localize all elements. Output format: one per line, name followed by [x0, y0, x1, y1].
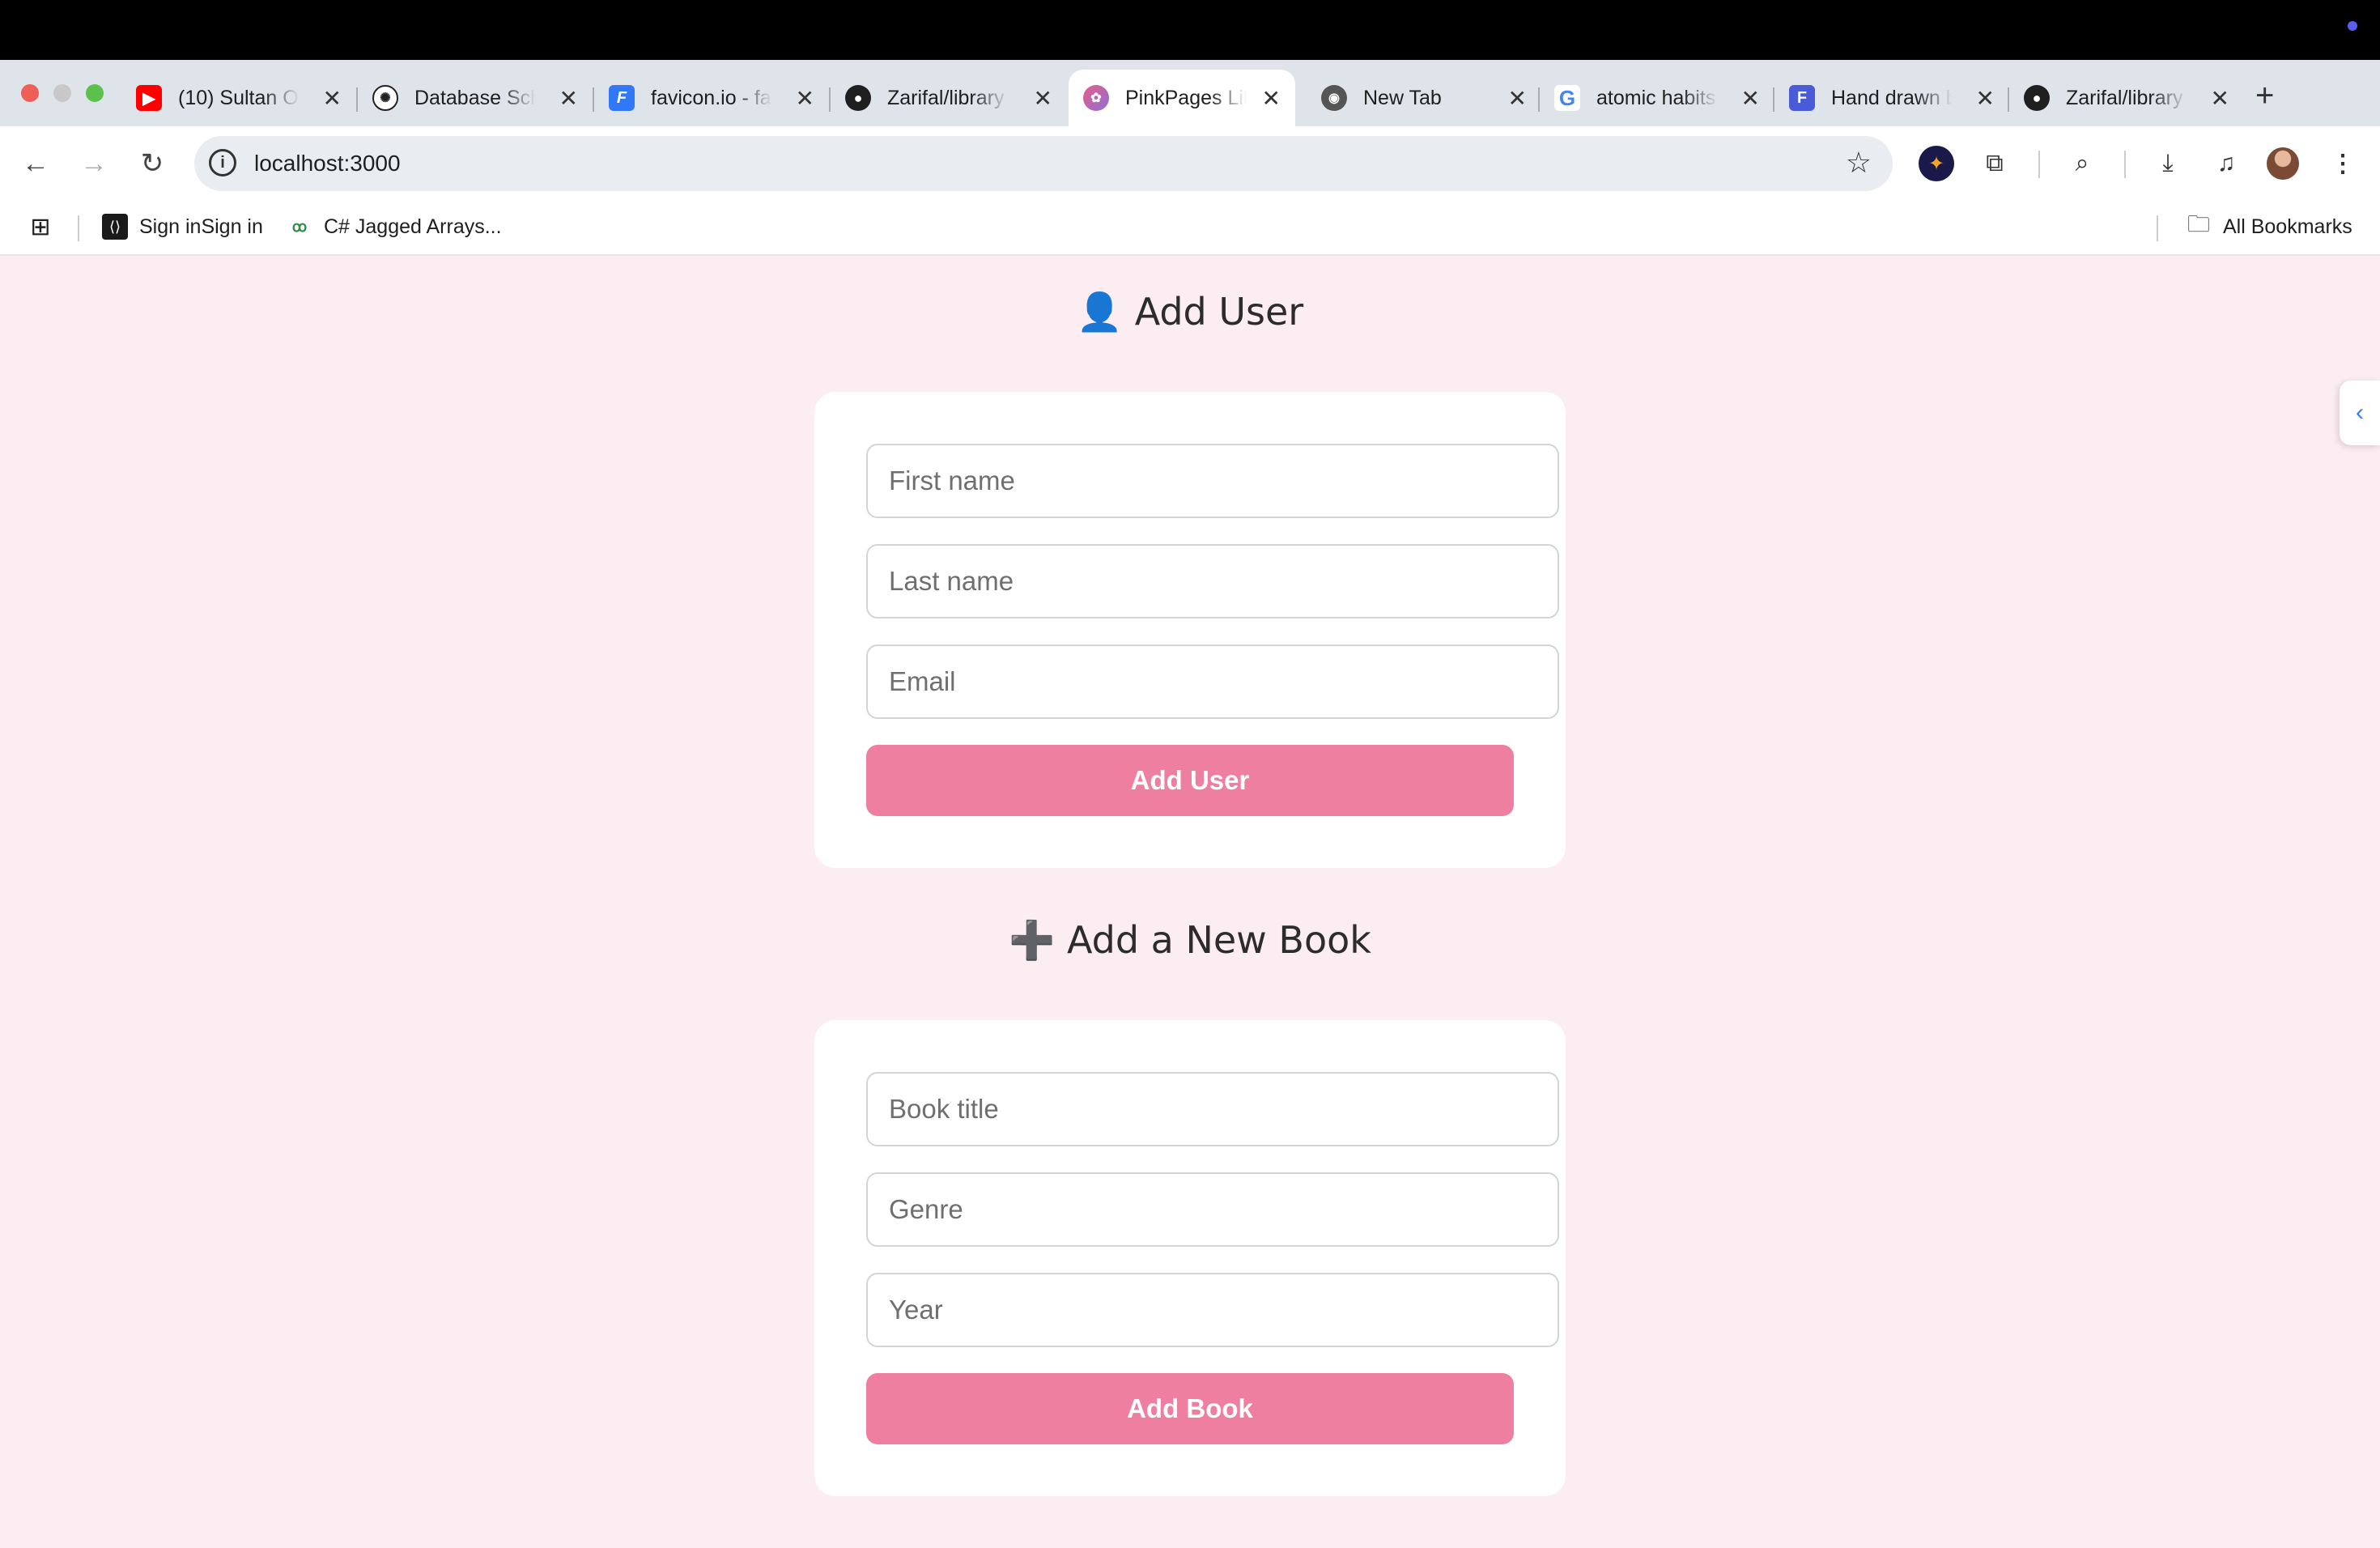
add-user-title: Add User	[1134, 290, 1304, 334]
github-icon: ●	[845, 85, 871, 111]
tab-pinkpages[interactable]: ✿ PinkPages Lib ✕	[1069, 70, 1295, 126]
google-icon: G	[1554, 85, 1580, 111]
new-tab-button[interactable]: +	[2255, 79, 2274, 112]
year-input[interactable]	[866, 1273, 1559, 1347]
tab-strip: ▶ (10) Sultan O ✕ ✺ Database Sch ✕ F fav…	[0, 60, 2380, 126]
profile-avatar[interactable]	[2267, 147, 2299, 180]
apps-grid-icon[interactable]: ⊞	[28, 214, 53, 240]
close-tab-icon[interactable]: ✕	[559, 85, 578, 112]
add-book-heading: ➕ Add a New Book	[0, 918, 2380, 963]
github-icon: ●	[2024, 85, 2050, 111]
openai-icon: ✺	[372, 85, 398, 111]
tab-database[interactable]: ✺ Database Sch ✕	[358, 70, 593, 126]
add-book-button[interactable]: Add Book	[866, 1373, 1514, 1444]
leetcode-icon: ⟨⟩	[102, 214, 128, 240]
tab-github-library[interactable]: ● Zarifal/library ✕	[831, 70, 1067, 126]
bookmark-divider	[2157, 215, 2158, 241]
url-text[interactable]: localhost:3000	[254, 151, 401, 176]
grid-icon: ⊞	[30, 213, 51, 240]
close-tab-icon[interactable]: ✕	[1741, 85, 1760, 112]
youtube-icon: ▶	[136, 85, 162, 111]
tab-github-library-2[interactable]: ● Zarifal/library ✕	[2009, 70, 2244, 126]
all-bookmarks-button[interactable]: 🗀 All Bookmarks	[2186, 211, 2352, 240]
status-dot-icon	[2348, 21, 2357, 31]
tab-favicon-io[interactable]: F favicon.io - fa ✕	[594, 70, 829, 126]
tab-hand-drawn[interactable]: F Hand drawn b ✕	[1774, 70, 2009, 126]
chevron-left-icon: ‹	[2356, 399, 2364, 426]
screen-search-icon[interactable]: ⌕	[2064, 146, 2100, 181]
plus-icon: ➕	[1009, 918, 1056, 962]
bookmark-divider	[78, 215, 79, 241]
close-tab-icon[interactable]: ✕	[323, 85, 342, 112]
last-name-input[interactable]	[866, 544, 1559, 619]
download-icon[interactable]: ⤓	[2150, 146, 2186, 181]
user-icon: 👤	[1076, 290, 1124, 334]
geeksforgeeks-icon: ꝏ	[291, 218, 308, 235]
close-tab-icon[interactable]: ✕	[1034, 85, 1052, 112]
tab-atomic-habits[interactable]: G atomic habits ✕	[1540, 70, 1774, 126]
address-bar[interactable]: i localhost:3000 ☆	[194, 136, 1893, 191]
add-user-card: Add User	[814, 392, 1566, 868]
email-input[interactable]	[866, 644, 1559, 719]
add-user-button[interactable]: Add User	[866, 745, 1514, 816]
close-tab-icon[interactable]: ✕	[2211, 85, 2229, 112]
close-tab-icon[interactable]: ✕	[796, 85, 814, 112]
add-book-card: Add Book	[814, 1020, 1566, 1496]
tab-youtube[interactable]: ▶ (10) Sultan O ✕	[121, 70, 356, 126]
bookmark-star-icon[interactable]: ☆	[1846, 146, 1872, 180]
forward-arrow-icon[interactable]: →	[74, 144, 113, 183]
app-icon: F	[1789, 85, 1815, 111]
close-tab-icon[interactable]: ✕	[1976, 85, 1995, 112]
back-arrow-icon[interactable]: ←	[16, 144, 55, 183]
pinkpages-icon: ✿	[1083, 85, 1109, 111]
book-title-input[interactable]	[866, 1072, 1559, 1146]
side-panel-toggle[interactable]: ‹	[2340, 381, 2380, 445]
genre-input[interactable]	[866, 1172, 1559, 1247]
media-control-icon[interactable]: ♫	[2208, 146, 2244, 181]
puzzle-extensions-icon[interactable]: ⧉	[1977, 146, 2012, 181]
reload-icon[interactable]: ↻	[133, 144, 172, 183]
toolbar-divider	[2038, 151, 2040, 178]
first-name-input[interactable]	[866, 444, 1559, 518]
close-window-button[interactable]	[21, 84, 39, 102]
bookmark-sign-in[interactable]: ⟨⟩ Sign inSign in	[102, 214, 263, 240]
add-book-title: Add a New Book	[1066, 918, 1371, 962]
favicon-io-icon: F	[609, 85, 635, 111]
close-tab-icon[interactable]: ✕	[1508, 85, 1527, 112]
chrome-icon: ◉	[1321, 85, 1347, 111]
menu-kebab-icon[interactable]: ⋮	[2325, 146, 2361, 181]
site-info-icon[interactable]: i	[209, 149, 236, 176]
tab-new-tab[interactable]: ◉ New Tab ✕	[1307, 70, 1541, 126]
minimize-window-button[interactable]	[53, 84, 71, 102]
system-bar	[0, 0, 2380, 60]
toolbar-divider	[2124, 151, 2126, 178]
maximize-window-button[interactable]	[86, 84, 104, 102]
bookmark-jagged-arrays[interactable]: ꝏ C# Jagged Arrays...	[287, 214, 502, 240]
extension-icon[interactable]: ✦	[1919, 146, 1954, 181]
add-user-heading: 👤 Add User	[0, 290, 2380, 334]
browser-toolbar: ← → ↻ i localhost:3000 ☆ ✦ ⧉ ⌕ ⤓ ♫ ⋮	[0, 126, 2380, 201]
folder-icon: 🗀	[2187, 211, 2210, 236]
bookmarks-bar: ⊞ ⟨⟩ Sign inSign in ꝏ C# Jagged Arrays..…	[0, 201, 2380, 256]
close-tab-icon[interactable]: ✕	[1262, 85, 1281, 112]
